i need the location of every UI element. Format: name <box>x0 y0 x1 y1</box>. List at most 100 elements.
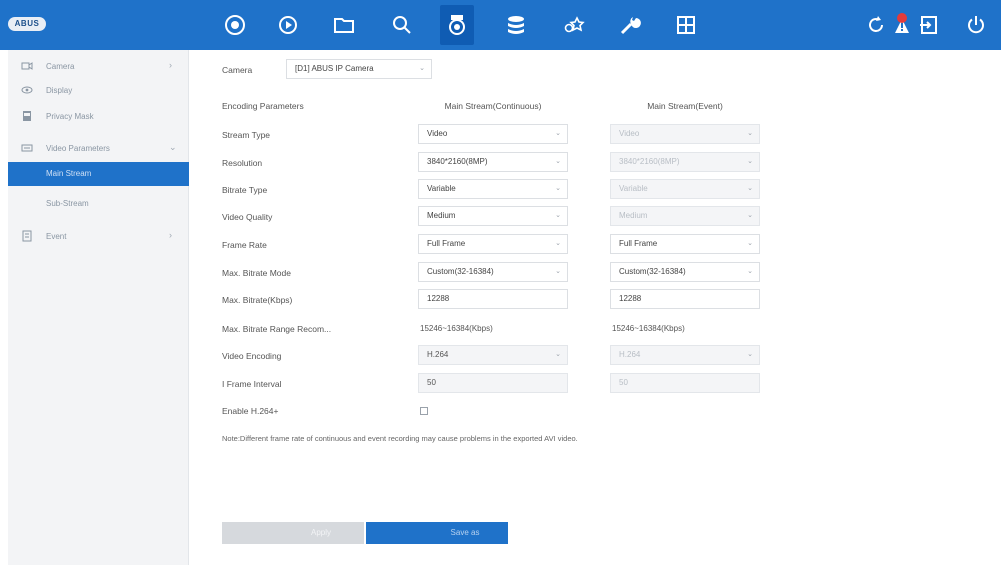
sidebar-item-label: Display <box>46 85 73 95</box>
select-value: Full Frame <box>619 239 658 248</box>
chevron-down-icon: ⌄ <box>555 351 561 358</box>
chevron-down-icon: ⌄ <box>747 185 753 192</box>
privacy-mask-icon <box>20 109 34 123</box>
select-value: 3840*2160(8MP) <box>619 157 680 166</box>
top-menu-bar: ABUS <box>0 0 1001 50</box>
camera-label: Camera <box>222 65 253 75</box>
abus-logo: ABUS <box>8 17 46 31</box>
chevron-down-icon: ⌄ <box>747 158 753 165</box>
frame-rate-continuous-select[interactable]: Full Frame ⌄ <box>418 234 568 254</box>
sidebar-subitem-main-stream[interactable]: Main Stream <box>8 162 189 186</box>
select-value: Video <box>619 129 640 138</box>
chevron-right-icon: › <box>169 60 172 70</box>
iframe-interval-continuous-input: 50 <box>418 373 568 393</box>
chevron-down-icon: ⌄ <box>169 142 177 152</box>
max-bitrate-mode-event-select[interactable]: Custom(32-16384) ⌄ <box>610 262 760 282</box>
resolution-event-select: 3840*2160(8MP) ⌄ <box>610 152 760 172</box>
bitrate-range-event-value: 15246~16384(Kbps) <box>612 324 685 333</box>
max-bitrate-continuous-input[interactable]: 12288 <box>418 289 568 309</box>
apply-button[interactable]: Apply <box>222 522 364 544</box>
max-bitrate-mode-label: Max. Bitrate Mode <box>222 268 291 278</box>
enable-h264plus-label: Enable H.264+ <box>222 406 279 416</box>
video-quality-continuous-select[interactable]: Medium ⌄ <box>418 206 568 226</box>
stream-type-continuous-select[interactable]: Video ⌄ <box>418 124 568 144</box>
smart-search-icon[interactable] <box>386 9 418 41</box>
main-panel: Camera [D1] ABUS IP Camera ⌄ Encoding Pa… <box>208 50 1001 565</box>
bitrate-range-continuous-value: 15246~16384(Kbps) <box>420 324 493 333</box>
max-bitrate-event-input[interactable]: 12288 <box>610 289 760 309</box>
iframe-interval-event-input: 50 <box>610 373 760 393</box>
file-management-icon[interactable] <box>328 9 360 41</box>
sidebar-item-label: Event <box>46 231 67 241</box>
chevron-right-icon: › <box>169 230 172 240</box>
frame-rate-event-select[interactable]: Full Frame ⌄ <box>610 234 760 254</box>
camera-sidebar-icon <box>20 59 34 73</box>
sidebar-subitem-sub-stream[interactable]: Sub-Stream <box>8 192 189 216</box>
chevron-down-icon: ⌄ <box>555 158 561 165</box>
iframe-interval-label: I Frame Interval <box>222 379 282 389</box>
stream-type-event-select: Video ⌄ <box>610 124 760 144</box>
chevron-down-icon: ⌄ <box>747 240 753 247</box>
power-icon[interactable] <box>960 9 992 41</box>
chevron-down-icon: ⌄ <box>555 240 561 247</box>
sidebar-item-label: Camera <box>46 61 75 71</box>
video-quality-label: Video Quality <box>222 212 273 222</box>
storage-icon[interactable] <box>500 9 532 41</box>
max-bitrate-mode-continuous-select[interactable]: Custom(32-16384) ⌄ <box>418 262 568 282</box>
chevron-down-icon: ⌄ <box>555 185 561 192</box>
sidebar: Camera › Display Privacy Mask Video Para… <box>8 50 189 565</box>
logout-icon[interactable] <box>913 9 945 41</box>
video-encoding-label: Video Encoding <box>222 351 282 361</box>
stream-type-label: Stream Type <box>222 130 271 140</box>
select-value: Custom(32-16384) <box>619 267 686 276</box>
select-value: Variable <box>427 184 456 193</box>
column-header-continuous: Main Stream(Continuous) <box>444 101 542 111</box>
system-config-icon[interactable] <box>558 9 590 41</box>
resolution-continuous-select[interactable]: 3840*2160(8MP) ⌄ <box>418 152 568 172</box>
bitrate-type-label: Bitrate Type <box>222 185 268 195</box>
playback-icon[interactable] <box>272 9 304 41</box>
save-as-button[interactable]: Save as <box>366 522 508 544</box>
select-value: Video <box>427 129 448 138</box>
video-encoding-event-select: H.264 ⌄ <box>610 345 760 365</box>
chevron-down-icon: ⌄ <box>747 212 753 219</box>
sidebar-item-label: Privacy Mask <box>46 111 94 121</box>
enable-h264plus-checkbox[interactable] <box>420 407 428 415</box>
sidebar-item-label: Video Parameters <box>46 143 110 153</box>
camera-select-value: [D1] ABUS IP Camera <box>295 64 374 73</box>
bitrate-type-event-select: Variable ⌄ <box>610 179 760 199</box>
select-value: Medium <box>619 211 648 220</box>
live-view-icon[interactable] <box>219 9 251 41</box>
sidebar-item-video-parameters[interactable]: Video Parameters ⌄ <box>8 136 189 160</box>
sidebar-item-privacy-mask[interactable]: Privacy Mask <box>8 104 189 128</box>
select-value: H.264 <box>619 350 641 359</box>
camera-icon[interactable] <box>440 5 474 45</box>
video-quality-event-select: Medium ⌄ <box>610 206 760 226</box>
bitrate-type-continuous-select[interactable]: Variable ⌄ <box>418 179 568 199</box>
select-value: H.264 <box>427 350 449 359</box>
note-text: Note:Different frame rate of continuous … <box>222 434 578 443</box>
sidebar-item-camera[interactable]: Camera › <box>8 54 189 78</box>
select-value: Medium <box>427 211 456 220</box>
frame-rate-label: Frame Rate <box>222 240 267 250</box>
bitrate-range-label: Max. Bitrate Range Recom... <box>222 324 332 334</box>
chevron-down-icon: ⌄ <box>555 212 561 219</box>
chevron-down-icon: ⌄ <box>555 130 561 137</box>
select-value: Custom(32-16384) <box>427 267 494 276</box>
encoding-parameters-header: Encoding Parameters <box>222 101 304 111</box>
chevron-down-icon: ⌄ <box>419 65 425 72</box>
app-window: ABUS Camera › Display Privacy Mask Video… <box>0 0 1001 565</box>
select-value: 3840*2160(8MP) <box>427 157 488 166</box>
camera-select[interactable]: [D1] ABUS IP Camera ⌄ <box>286 59 432 79</box>
column-header-event: Main Stream(Event) <box>647 101 723 111</box>
event-icon <box>20 229 34 243</box>
video-encoding-continuous-select: H.264 ⌄ <box>418 345 568 365</box>
notification-badge <box>897 13 907 23</box>
select-value: Variable <box>619 184 648 193</box>
maintenance-icon[interactable] <box>614 9 646 41</box>
grid-layout-icon[interactable] <box>670 9 702 41</box>
sidebar-item-display[interactable]: Display <box>8 78 189 102</box>
max-bitrate-label: Max. Bitrate(Kbps) <box>222 295 293 305</box>
sidebar-item-event[interactable]: Event › <box>8 224 189 248</box>
chevron-down-icon: ⌄ <box>555 268 561 275</box>
